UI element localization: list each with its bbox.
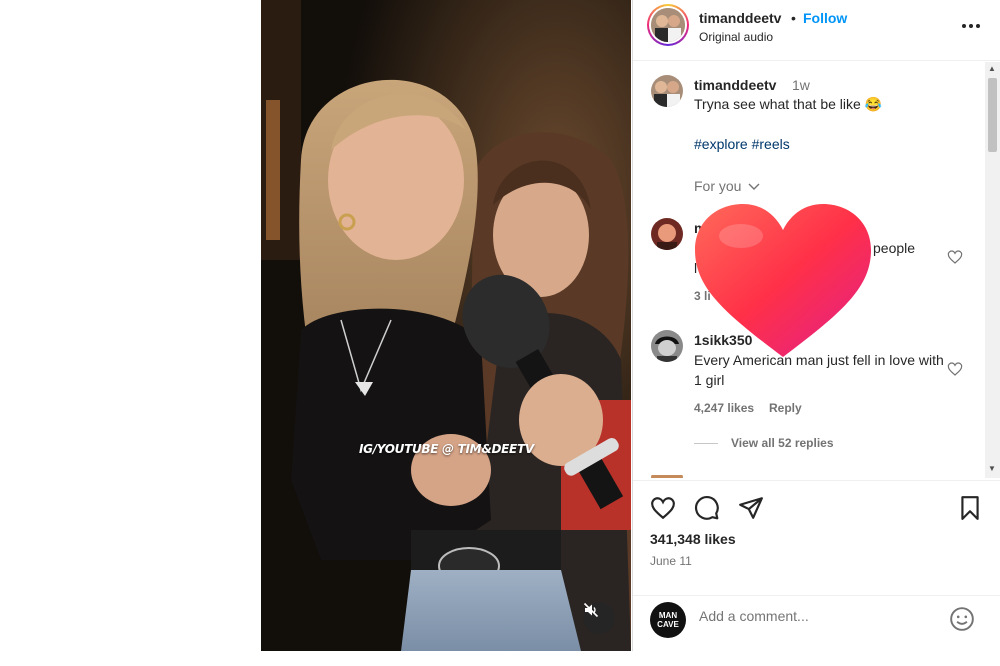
logo-line1: MAN	[658, 611, 678, 620]
caption-text: Tryna see what that be like 😂	[694, 96, 883, 112]
caption-time: 1w	[792, 77, 810, 93]
post-actions: 341,348 likes June 11	[633, 480, 1000, 601]
add-comment-input[interactable]	[699, 608, 929, 624]
like-heart-icon[interactable]	[650, 495, 676, 521]
separator-dot: •	[791, 10, 796, 26]
likes-count[interactable]: 341,348 likes	[650, 531, 736, 547]
chevron-down-icon	[748, 183, 760, 190]
comment-avatar[interactable]	[651, 330, 683, 362]
more-horizontal-icon	[962, 24, 980, 28]
scroll-up-arrow[interactable]: ▲	[988, 64, 996, 73]
speaker-muted-icon	[583, 602, 599, 618]
replies-divider	[694, 443, 718, 444]
video-watermark: IG/YOUTUBE @ TIM&DEETV	[359, 442, 534, 456]
author-username[interactable]: timanddeetv	[699, 10, 781, 26]
scroll-down-arrow[interactable]: ▼	[988, 464, 996, 473]
for-you-label: For you	[694, 178, 742, 194]
for-you-filter[interactable]: For you	[694, 178, 760, 194]
view-replies-button[interactable]: View all 52 replies	[731, 436, 834, 450]
comments-scrollbar[interactable]: ▲ ▼	[985, 62, 1000, 478]
comment-avatar[interactable]	[651, 218, 683, 250]
reel-video[interactable]: IG/YOUTUBE @ TIM&DEETV	[261, 0, 631, 651]
author-avatar-ring[interactable]	[647, 4, 689, 46]
mute-button[interactable]	[583, 602, 615, 634]
save-bookmark-icon[interactable]	[957, 495, 983, 521]
reply-button[interactable]: Reply	[769, 401, 802, 415]
like-animation-heart-icon	[695, 204, 871, 357]
caption-avatar[interactable]	[651, 75, 683, 107]
share-paper-plane-icon[interactable]	[738, 495, 764, 521]
emoji-smile-icon[interactable]	[949, 606, 975, 632]
scroll-thumb[interactable]	[988, 78, 997, 152]
comment-like-heart-icon[interactable]	[947, 361, 963, 377]
comment-text: people	[873, 240, 916, 256]
post-date: June 11	[650, 554, 692, 568]
video-frame	[261, 0, 631, 651]
audio-link[interactable]: Original audio	[699, 30, 773, 44]
comment-like-heart-icon[interactable]	[947, 249, 963, 265]
comment-bubble-icon[interactable]	[694, 495, 720, 521]
comment-likes[interactable]: 4,247 likes	[694, 401, 754, 415]
comment-avatar-partial	[651, 470, 683, 478]
post-header: timanddeetv • Follow Original audio	[633, 0, 1000, 61]
more-options-button[interactable]	[961, 16, 981, 41]
follow-button[interactable]: Follow	[803, 10, 847, 26]
caption-username[interactable]: timanddeetv	[694, 77, 776, 93]
logo-line2: CAVE	[657, 620, 679, 629]
avatar	[651, 8, 685, 42]
caption-hashtags[interactable]: #explore #reels	[694, 136, 790, 152]
current-user-avatar[interactable]: MAN CAVE	[650, 602, 686, 638]
add-comment-bar: MAN CAVE	[633, 595, 1000, 652]
